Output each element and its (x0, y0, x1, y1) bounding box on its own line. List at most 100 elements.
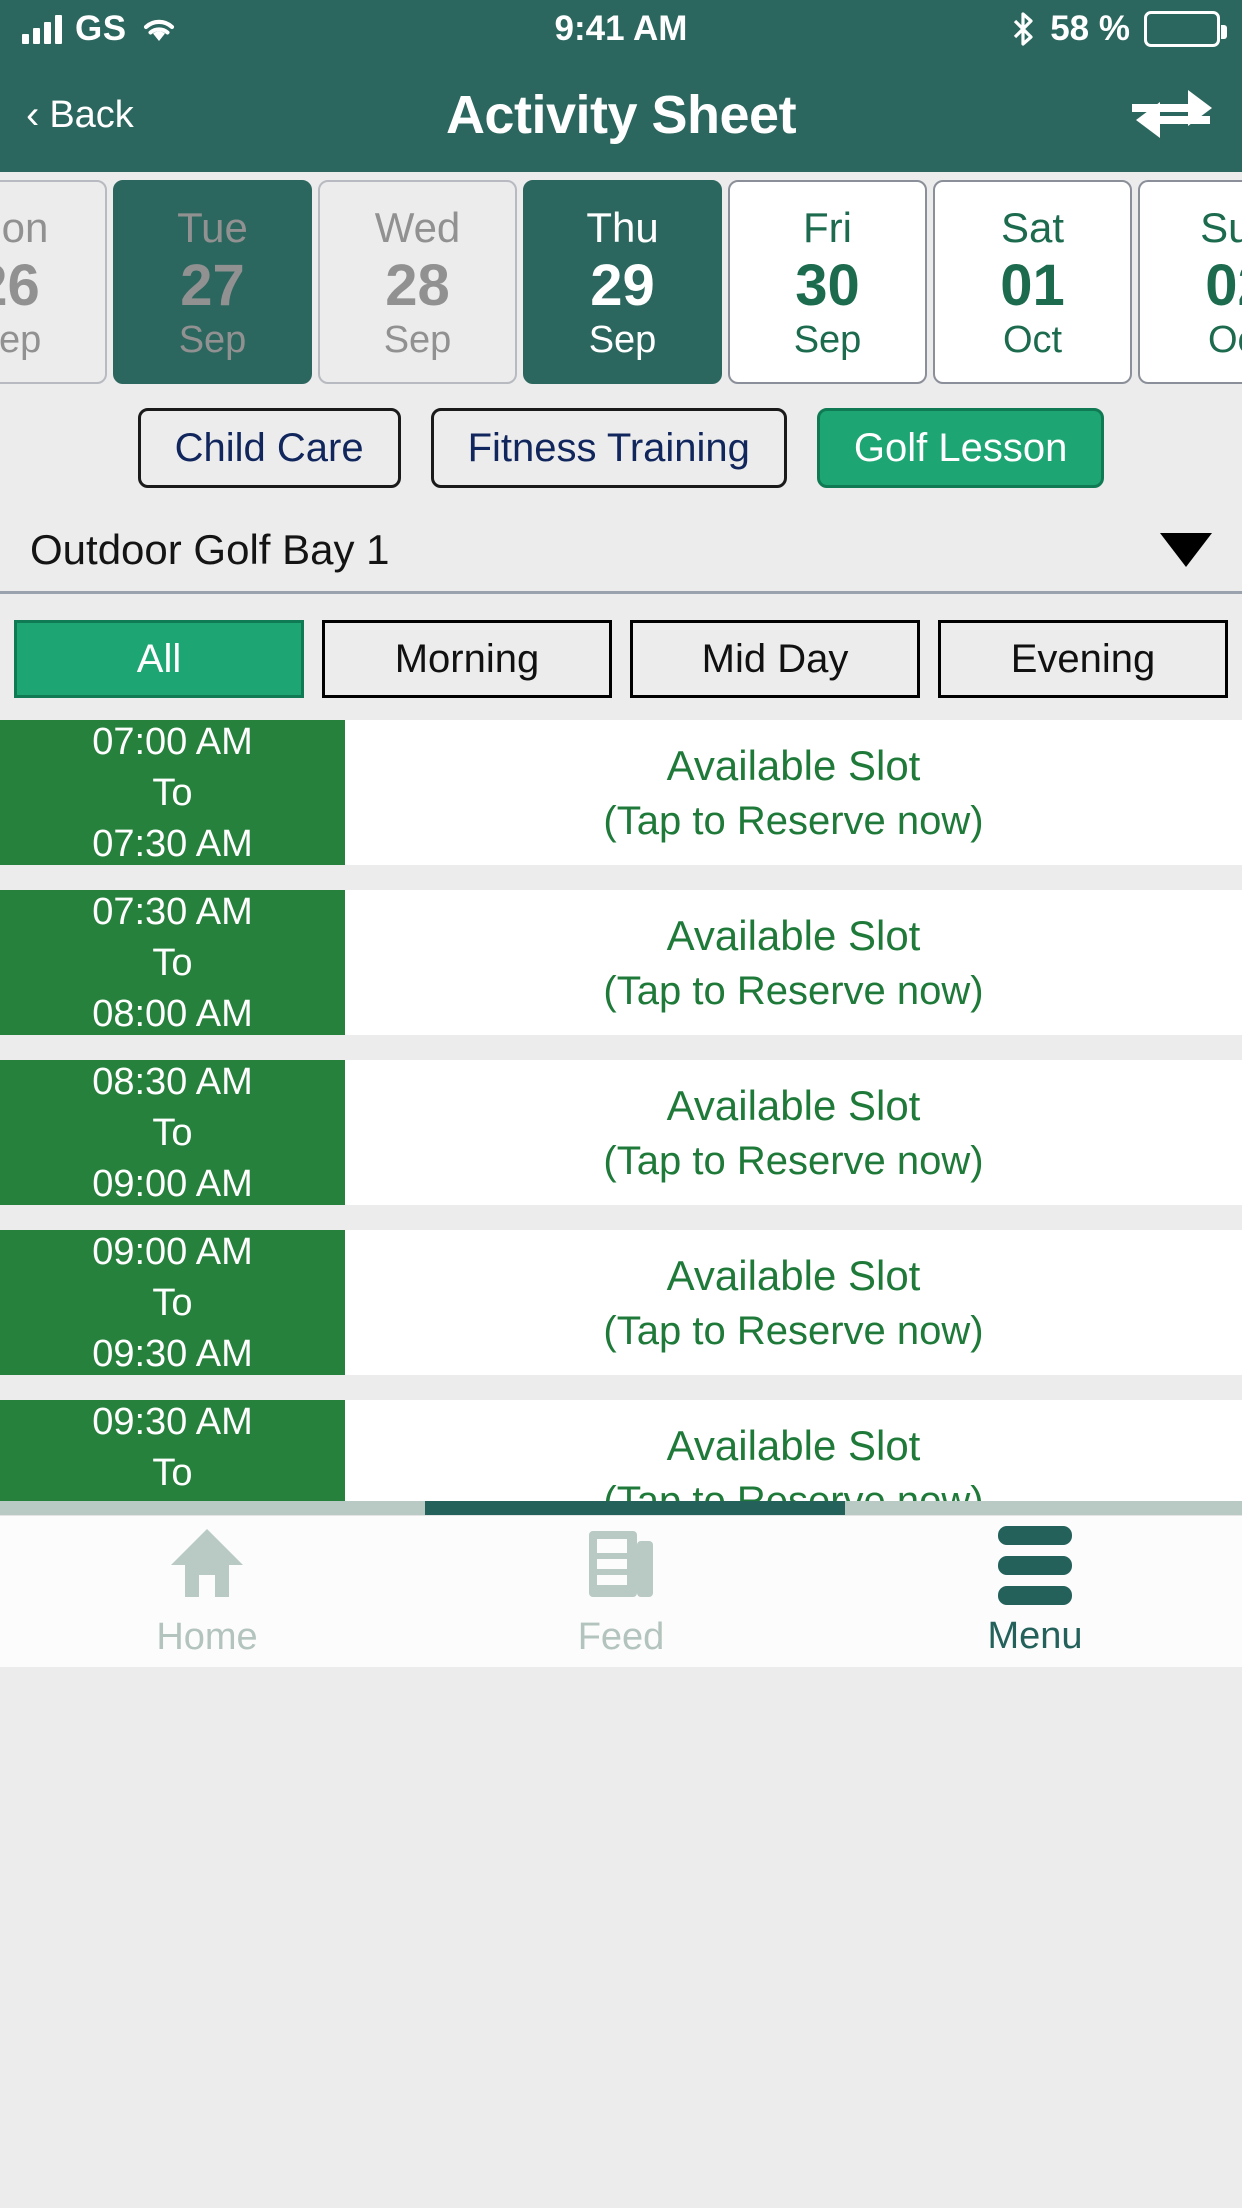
slot-action-hint: (Tap to Reserve now) (603, 798, 984, 843)
slot-start-time: 07:00 AM (92, 720, 253, 763)
nav-bar: ‹ Back Activity Sheet (0, 58, 1242, 172)
date-card-day: 30 (795, 253, 860, 318)
feed-icon (585, 1525, 657, 1606)
status-bar-left: GS (22, 9, 178, 49)
slot-row[interactable]: 07:30 AM To 08:00 AM Available Slot (Tap to … (0, 890, 1242, 1035)
back-label: Back (49, 93, 134, 136)
battery-icon (1144, 11, 1227, 47)
activity-type-fitness-training[interactable]: Fitness Training (430, 408, 787, 488)
tab-feed[interactable]: Feed (414, 1516, 828, 1667)
slot-time-range: 07:30 AM To 08:00 AM (0, 890, 345, 1035)
date-card-sun-02[interactable]: Sun02Oct (1138, 180, 1242, 384)
slot-start-time: 09:30 AM (92, 1400, 253, 1443)
slot-start-time: 08:30 AM (92, 1060, 253, 1103)
wifi-icon (140, 14, 178, 44)
carrier-label: GS (75, 9, 127, 48)
slot-action-hint: (Tap to Reserve now) (603, 1138, 984, 1183)
slot-end-time: 09:00 AM (92, 1162, 253, 1205)
date-card-day: 01 (1000, 253, 1065, 318)
time-filter-morning[interactable]: Morning (322, 620, 612, 698)
time-filter-mid-day[interactable]: Mid Day (630, 620, 920, 698)
date-card-fri-30[interactable]: Fri 30 Sep (728, 180, 927, 384)
date-card-wed-28[interactable]: Wed 28 Sep (318, 180, 517, 384)
date-card-sat-01[interactable]: Sat 01 Oct (933, 180, 1132, 384)
slot-status[interactable]: Available Slot (Tap to Reserve now) (345, 1230, 1242, 1375)
slot-end-time: 07:30 AM (92, 822, 253, 865)
date-card-tue-27[interactable]: Tue 27 Sep (113, 180, 312, 384)
date-card-month: Sep (793, 319, 862, 361)
slot-status-label: Available Slot (666, 1081, 921, 1129)
slot-end-time: 09:30 AM (92, 1332, 253, 1375)
date-card-day: 29 (590, 253, 655, 318)
slot-time-separator: To (152, 771, 193, 814)
slot-start-time: 09:00 AM (92, 1230, 253, 1273)
time-filter-evening[interactable]: Evening (938, 620, 1228, 698)
date-card-month: Sep (0, 319, 42, 361)
swap-horizontal-icon[interactable] (1126, 82, 1216, 149)
home-icon (167, 1525, 247, 1606)
date-card-day: 26 (0, 253, 40, 318)
bottom-tab-bar[interactable]: Home Feed Menu (0, 1515, 1242, 1667)
activity-type-golf-lesson[interactable]: Golf Lesson (816, 408, 1105, 488)
activity-type-filter[interactable]: Child Care Fitness Training Golf Lesson (0, 394, 1242, 508)
page-title: Activity Sheet (445, 85, 797, 145)
slot-row[interactable]: 09:00 AM To 09:30 AM Available Slot (Tap to … (0, 1230, 1242, 1375)
tab-menu[interactable]: Menu (828, 1516, 1242, 1667)
slot-time-range: 09:00 AM To 09:30 AM (0, 1230, 345, 1375)
slot-time-range: 07:00 AM To 07:30 AM (0, 720, 345, 865)
slot-status-label: Available Slot (666, 1251, 921, 1299)
battery-percent-label: 58 % (1050, 9, 1130, 48)
slot-status[interactable]: Available Slot (Tap to Reserve now) (345, 890, 1242, 1035)
slot-start-time: 07:30 AM (92, 890, 253, 933)
slot-action-hint: (Tap to Reserve now) (603, 968, 984, 1013)
date-card-day: 27 (180, 253, 245, 318)
slot-row[interactable]: 08:30 AM To 09:00 AM Available Slot (Tap to … (0, 1060, 1242, 1205)
venue-select[interactable]: Outdoor Golf Bay 1 (0, 508, 1242, 594)
scrollbar-thumb[interactable] (425, 1501, 845, 1515)
horizontal-scrollbar[interactable] (0, 1501, 1242, 1515)
tab-label: Home (156, 1615, 258, 1658)
activity-type-child-care[interactable]: Child Care (137, 408, 401, 488)
hamburger-menu-icon (998, 1525, 1072, 1605)
slot-status-label: Available Slot (666, 911, 921, 959)
slot-row[interactable]: 07:00 AM To 07:30 AM Available Slot (Tap to … (0, 720, 1242, 865)
slot-status[interactable]: Available Slot (Tap to Reserve now) (345, 1060, 1242, 1205)
slot-status[interactable]: Available Slot (Tap to Reserve now) (345, 720, 1242, 865)
date-strip[interactable]: Mon26SepTue27SepWed28SepThu29SepFri30Sep… (0, 172, 1242, 394)
slot-action-hint: (Tap to Reserve now) (603, 1308, 984, 1353)
date-card-weekday: Mon (0, 204, 49, 251)
time-of-day-filter[interactable]: All Morning Mid Day Evening (0, 594, 1242, 720)
slot-status-label: Available Slot (666, 741, 921, 789)
tab-home[interactable]: Home (0, 1516, 414, 1667)
date-card-weekday: Tue (177, 204, 248, 251)
date-card-month: Oct (1207, 319, 1242, 361)
date-card-month: Oct (1002, 319, 1063, 361)
date-card-weekday: Fri (803, 204, 852, 251)
status-bar-right: 58 % (1010, 9, 1227, 49)
slot-status-label: Available Slot (666, 1421, 921, 1469)
bluetooth-icon (1010, 11, 1036, 47)
slot-list[interactable]: 07:00 AM To 07:30 AM Available Slot (Tap to … (0, 720, 1242, 1515)
tab-label: Menu (987, 1614, 1083, 1657)
slot-end-time: 08:00 AM (92, 992, 253, 1035)
date-card-day: 28 (385, 253, 450, 318)
date-card-weekday: Wed (374, 204, 461, 251)
chevron-down-icon[interactable] (1160, 532, 1212, 567)
date-card-thu-29[interactable]: Thu 29 Sep (523, 180, 722, 384)
date-card-weekday: Sun (1200, 204, 1242, 251)
date-card-mon-26[interactable]: Mon26Sep (0, 180, 107, 384)
status-bar: GS 9:41 AM 58 % (0, 0, 1242, 58)
slot-status[interactable]: Available Slot (Tap to Reserve now) (345, 1400, 1242, 1515)
slot-time-separator: To (152, 941, 193, 984)
signal-bars-icon (22, 14, 62, 44)
slot-time-separator: To (152, 1451, 193, 1494)
slot-time-range: 09:30 AMTo10:00 AM (0, 1400, 345, 1515)
time-filter-all[interactable]: All (14, 620, 304, 698)
date-card-month: Sep (383, 319, 452, 361)
slot-time-separator: To (152, 1281, 193, 1324)
slot-row[interactable]: 09:30 AMTo10:00 AMAvailable Slot(Tap to … (0, 1400, 1242, 1515)
date-card-weekday: Thu (586, 204, 659, 251)
back-button[interactable]: ‹ Back (26, 94, 134, 137)
slot-time-separator: To (152, 1111, 193, 1154)
date-card-month: Sep (588, 319, 657, 361)
